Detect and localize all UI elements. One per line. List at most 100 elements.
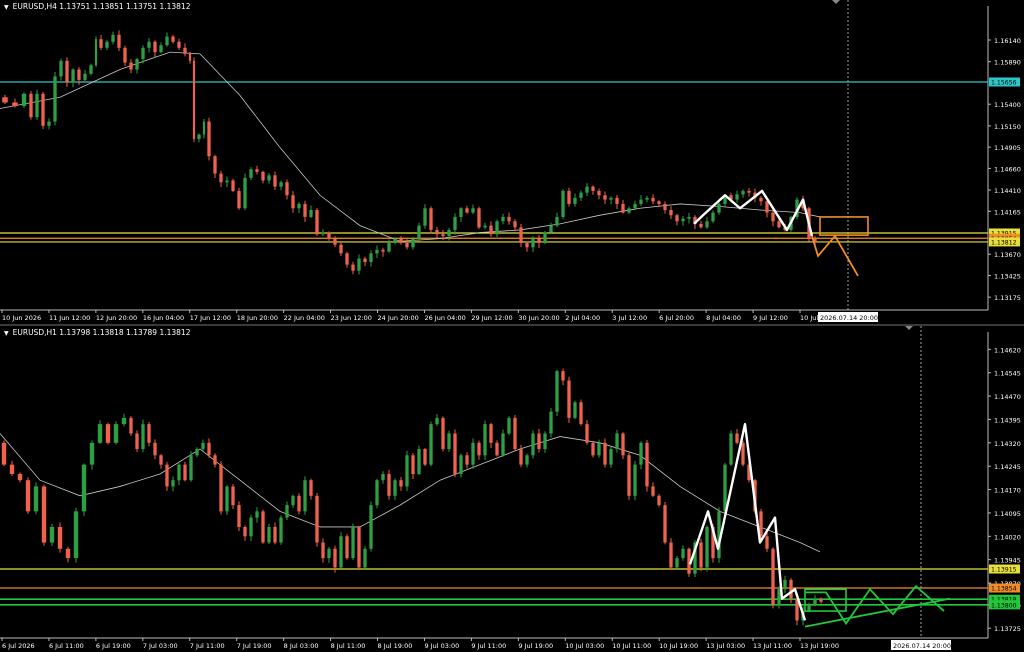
- x-tick-label: 16 Jun 04:00: [143, 314, 184, 322]
- bull-candle: [609, 449, 613, 465]
- bear-candle: [219, 464, 223, 512]
- bear-candle: [399, 480, 403, 487]
- bull-candle: [171, 480, 175, 487]
- y-tick-label: 1.14905: [994, 144, 1021, 152]
- x-tick-label: 7 Jul 03:00: [143, 642, 178, 650]
- bear-candle: [699, 542, 703, 568]
- price-label: 1.13915: [991, 567, 1017, 574]
- bear-candle: [153, 41, 157, 53]
- moving-average-line: [0, 433, 821, 553]
- bull-candle: [81, 464, 87, 512]
- x-tick-label: 11 Jun 12:00: [49, 314, 90, 322]
- bear-candle: [357, 526, 361, 568]
- bull-candle: [459, 208, 463, 217]
- bull-candle: [369, 505, 373, 549]
- x-tick-label: 9 Jul 12:00: [753, 314, 788, 322]
- bear-candle: [495, 442, 499, 456]
- chart-canvas-h4[interactable]: 1.16140 1.15890 1.15400 1.15150 1.14905 1.146…: [0, 0, 1024, 324]
- bull-candle: [555, 216, 559, 226]
- x-tick-label: 8 Jul 03:00: [284, 642, 319, 650]
- bull-candle: [141, 424, 145, 450]
- bull-candle: [135, 59, 139, 70]
- chart-pane-h4[interactable]: ▼ EURUSD,H4 1.13751 1.13851 1.13751 1.138…: [0, 0, 1024, 324]
- bull-candle: [573, 197, 577, 204]
- x-tick-label: 9 Jul 03:00: [424, 642, 459, 650]
- bear-candle: [177, 41, 181, 48]
- bear-candle: [135, 433, 139, 450]
- bull-candle: [267, 175, 271, 181]
- bear-candle: [237, 190, 241, 209]
- bear-candle: [171, 36, 175, 42]
- bull-candle: [435, 417, 439, 425]
- y-tick-label: 1.14165: [994, 208, 1021, 216]
- bear-candle: [765, 201, 769, 213]
- bull-candle: [303, 480, 307, 512]
- bear-candle: [387, 473, 391, 496]
- bull-candle: [375, 480, 379, 506]
- bear-candle: [9, 464, 15, 474]
- bull-candle: [327, 548, 331, 559]
- bull-candle: [49, 526, 55, 543]
- bear-candle: [147, 424, 151, 443]
- bear-candle: [291, 195, 295, 209]
- bear-candle: [345, 536, 349, 559]
- bull-candle: [351, 526, 355, 559]
- x-tick-label: 3 Jul 12:00: [612, 314, 647, 322]
- chart-pane-h1[interactable]: ▼ EURUSD,H1 1.13798 1.13818 1.13789 1.138…: [0, 326, 1024, 652]
- bear-candle: [669, 210, 673, 216]
- bear-candle: [771, 548, 775, 605]
- bull-candle: [717, 203, 721, 213]
- bull-candle: [639, 442, 643, 465]
- bull-candle: [507, 417, 511, 434]
- x-tick-label: 6 Jul 11:00: [49, 642, 84, 650]
- bear-candle: [159, 455, 163, 465]
- bear-candle: [315, 495, 319, 543]
- y-tick-label: 1.15890: [994, 59, 1021, 67]
- bull-candle: [711, 212, 715, 222]
- bull-candle: [423, 208, 427, 226]
- bear-candle: [297, 495, 301, 512]
- bull-candle: [369, 253, 373, 263]
- bull-candle: [255, 511, 259, 518]
- bear-candle: [29, 93, 33, 118]
- bear-candle: [65, 548, 71, 559]
- y-tick-label: 1.14660: [994, 165, 1021, 173]
- price-label: 1.13854: [991, 586, 1017, 593]
- bull-candle: [225, 486, 229, 512]
- bull-candle: [249, 517, 253, 537]
- x-tick-label: 13 Jul 03:00: [706, 642, 745, 650]
- y-tick-label: 1.13945: [994, 557, 1021, 565]
- bull-candle: [357, 258, 361, 271]
- x-tick-label: 24 Jun 20:00: [378, 314, 419, 322]
- bear-candle: [675, 215, 679, 222]
- y-tick-label: 1.14020: [994, 533, 1021, 541]
- chart-canvas-h1[interactable]: 1.14620 1.14545 1.14470 1.14395 1.14320 1.142…: [0, 326, 1024, 652]
- bull-candle: [471, 442, 475, 465]
- bear-candle: [453, 433, 457, 474]
- bull-candle: [729, 433, 733, 465]
- bull-candle: [97, 424, 103, 443]
- x-tick-label: 2 Jul 04:00: [565, 314, 600, 322]
- bull-candle: [687, 216, 691, 219]
- bull-candle: [639, 199, 643, 204]
- y-tick-label: 1.13725: [994, 625, 1021, 633]
- x-tick-label: 13 Jul 11:00: [753, 642, 792, 650]
- bull-candle: [202, 121, 206, 135]
- bear-candle: [213, 455, 217, 465]
- y-tick-label: 1.13670: [994, 251, 1021, 259]
- bull-candle: [681, 548, 685, 559]
- bull-candle: [321, 232, 325, 235]
- bear-candle: [537, 433, 541, 450]
- bull-candle: [111, 34, 115, 42]
- bull-candle: [417, 449, 421, 474]
- bear-candle: [261, 511, 265, 543]
- bear-candle: [261, 171, 265, 181]
- bull-candle: [483, 424, 487, 456]
- y-tick-label: 1.14245: [994, 463, 1021, 471]
- x-tick-label: 29 Jun 12:00: [471, 314, 512, 322]
- bear-candle: [188, 53, 192, 61]
- x-tick-label: 8 Jul 04:00: [706, 314, 741, 322]
- bear-candle: [441, 417, 445, 450]
- bull-candle: [501, 433, 505, 456]
- bear-candle: [321, 542, 325, 559]
